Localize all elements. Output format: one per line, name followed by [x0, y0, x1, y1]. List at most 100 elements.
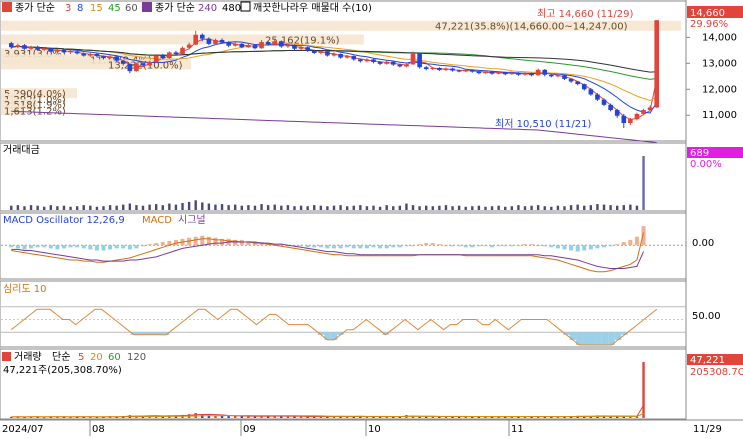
psych-low-fill	[614, 332, 622, 340]
macd-osc-bar	[470, 245, 475, 248]
candle-body	[127, 63, 133, 72]
macd-osc-bar	[404, 245, 409, 247]
candle-body	[167, 52, 172, 59]
x-axis-label: 10	[368, 424, 381, 435]
macd-legend-macd: MACD	[142, 215, 172, 226]
candle-body	[140, 63, 146, 66]
value-bar	[227, 205, 230, 210]
macd-osc-bar	[457, 245, 462, 247]
macd-osc-bar	[417, 244, 422, 246]
macd-osc-bar	[358, 245, 363, 249]
candle-body	[443, 68, 449, 71]
value-bar	[523, 206, 527, 210]
macd-osc-bar	[338, 245, 343, 249]
macd-osc-bar	[345, 245, 350, 248]
value-bar	[556, 205, 560, 210]
macd-zero-label: 0.00	[692, 238, 714, 249]
macd-osc-bar	[75, 245, 80, 248]
macd-osc-bar	[213, 237, 218, 246]
macd-osc-bar	[154, 243, 159, 246]
value-bar	[62, 205, 66, 210]
value-bar	[234, 204, 237, 210]
value-bar	[16, 205, 20, 210]
value-bar	[497, 205, 500, 210]
candle-body	[325, 51, 330, 56]
candle-body	[120, 60, 126, 64]
macd-osc-bar	[127, 245, 132, 250]
value-bar	[313, 205, 316, 210]
macd-osc-bar	[332, 245, 336, 249]
value-bar	[141, 205, 145, 210]
value-bar	[536, 205, 540, 210]
value-bar	[280, 205, 283, 210]
value-bar	[352, 205, 355, 210]
candle-body	[437, 67, 442, 71]
value-bar	[589, 205, 593, 210]
candle-body	[68, 51, 73, 53]
x-axis-label: 2024/07	[2, 424, 44, 435]
macd-osc-bar	[634, 236, 639, 246]
value-bar	[247, 205, 250, 210]
value-bar	[418, 206, 421, 210]
macd-osc-bar	[562, 245, 567, 250]
macd-osc-bar	[595, 245, 600, 249]
value-panel[interactable]	[0, 142, 687, 212]
volume-title: 거래량	[14, 351, 42, 363]
value-bar	[345, 206, 349, 210]
price-tick-label: 13,000	[702, 58, 737, 69]
volume-ma-60: 60	[108, 352, 121, 363]
macd-osc-bar	[411, 245, 416, 247]
ma-period-15: 15	[90, 3, 103, 14]
psych-low-fill	[595, 332, 602, 345]
psych-low-fill	[601, 332, 609, 345]
macd-osc-bar	[200, 235, 205, 246]
candle-body	[502, 72, 508, 75]
macd-osc-bar	[588, 245, 593, 250]
value-bar	[49, 205, 53, 210]
macd-osc-bar	[549, 245, 554, 248]
value-bar	[431, 206, 434, 210]
candle-body	[48, 48, 54, 52]
psych-title: 심리도 10	[3, 283, 47, 295]
candle-body	[81, 53, 87, 56]
candle-body	[292, 45, 297, 49]
candle-body	[199, 34, 205, 39]
candle-body	[390, 61, 396, 65]
value-bar	[181, 202, 184, 210]
volume-panel[interactable]	[0, 348, 687, 420]
candle-body	[634, 113, 640, 120]
macd-osc-bar	[55, 245, 60, 250]
macd-osc-bar	[397, 245, 402, 248]
candle-body	[384, 61, 389, 64]
ma-label: 종가 단순	[15, 2, 55, 14]
low-label: 최저 10,510 (11/21)	[495, 118, 591, 130]
macd-osc-bar	[299, 245, 304, 247]
macd-osc-bar	[305, 245, 310, 248]
macd-osc-bar	[160, 242, 165, 246]
x-axis-label: 11/29	[693, 424, 722, 435]
candle-body	[305, 47, 310, 51]
candle-body	[15, 45, 21, 48]
legend-marker-long	[142, 2, 152, 12]
value-bar	[148, 204, 151, 210]
value-bar	[411, 205, 415, 210]
macd-osc-bar	[68, 245, 73, 248]
ma-period-60: 60	[125, 3, 138, 14]
value-bar	[260, 204, 263, 210]
value-bar	[477, 205, 481, 210]
macd-osc-bar	[450, 245, 455, 247]
value-bar	[36, 205, 39, 210]
value-bar	[457, 205, 461, 210]
candle-body	[581, 84, 587, 90]
macd-osc-bar	[101, 245, 106, 251]
volume-bar	[227, 416, 230, 418]
macd-osc-bar	[312, 245, 317, 248]
x-axis-label: 09	[243, 424, 256, 435]
stock-chart[interactable]: 47,221(35.8%)(14,660.00~14,247.00)25,162…	[0, 0, 743, 436]
candle-body	[338, 53, 343, 58]
ma-period-240: 240	[198, 3, 217, 14]
candle-body	[535, 69, 541, 76]
candle-body	[430, 67, 436, 70]
macd-osc-bar	[48, 245, 53, 249]
value-bar	[201, 202, 204, 210]
